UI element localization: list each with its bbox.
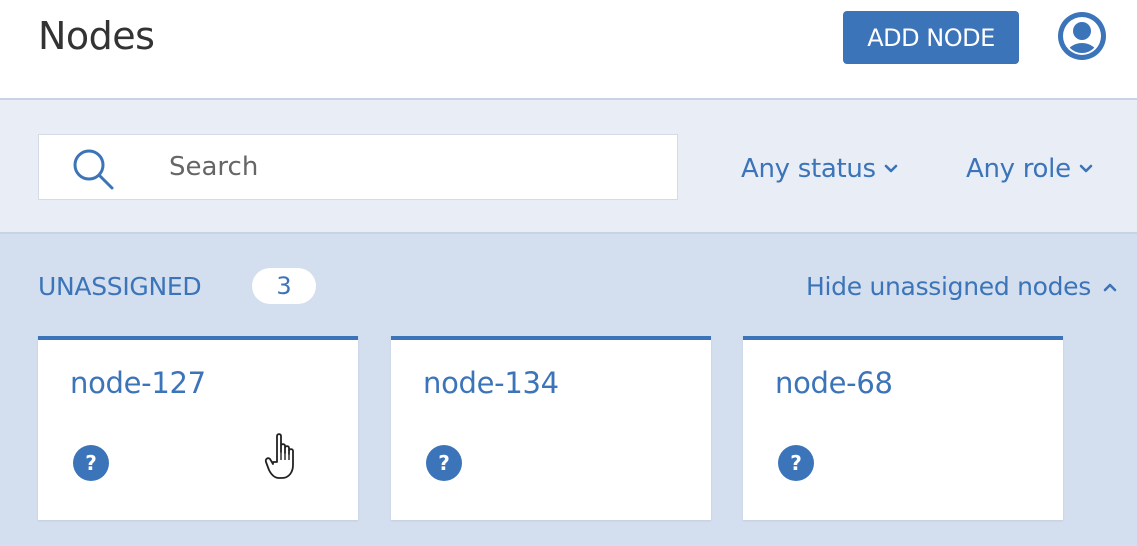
section-title: UNASSIGNED [38,272,202,301]
svg-text:?: ? [790,451,802,475]
chevron-up-icon [1103,283,1117,291]
unassigned-section: UNASSIGNED 3 Hide unassigned nodes node-… [0,234,1137,546]
chevron-down-icon [1079,164,1093,173]
role-filter-label: Any role [966,154,1071,184]
status-filter-dropdown[interactable]: Any status [741,154,898,184]
svg-text:?: ? [85,451,97,475]
search-icon [73,149,114,190]
page-title: Nodes [38,14,155,58]
unknown-status-icon: ? [778,445,814,481]
svg-text:?: ? [438,451,450,475]
node-name: node-134 [423,366,559,400]
node-card[interactable]: node-127 ? [38,336,358,520]
filter-bar: Any status Any role [0,98,1137,234]
count-badge: 3 [252,268,316,304]
node-card[interactable]: node-68 ? [743,336,1063,520]
hide-unassigned-link[interactable]: Hide unassigned nodes [806,272,1117,301]
node-card[interactable]: node-134 ? [391,336,711,520]
node-name: node-127 [70,366,206,400]
role-filter-dropdown[interactable]: Any role [966,154,1093,184]
user-avatar-icon[interactable] [1056,10,1108,62]
status-filter-label: Any status [741,154,876,184]
node-name: node-68 [775,366,893,400]
search-input[interactable] [169,135,649,199]
unknown-status-icon: ? [426,445,462,481]
chevron-down-icon [884,164,898,173]
hide-unassigned-label: Hide unassigned nodes [806,272,1091,301]
unknown-status-icon: ? [73,445,109,481]
add-node-button[interactable]: ADD NODE [843,11,1019,64]
search-box[interactable] [38,134,678,200]
page-header: Nodes ADD NODE [0,0,1137,98]
